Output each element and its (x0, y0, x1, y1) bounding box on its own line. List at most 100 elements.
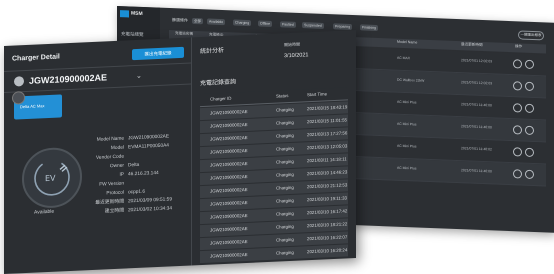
charger-id-cell: JGW210900002AE (210, 108, 248, 116)
edit-icon[interactable] (513, 59, 522, 69)
charger-id-cell: JGW210900002AE (210, 251, 248, 259)
charger-id-cell: JGW210900002AE (210, 160, 248, 168)
detail-label: 建立時間 (104, 208, 124, 215)
status-cell: Charging (276, 184, 294, 191)
export-report-button[interactable]: 一鍵匯出報表 (518, 30, 544, 41)
delete-icon[interactable] (525, 169, 534, 180)
ev-charger-icon: EV (22, 146, 82, 210)
charger-id-cell: JGW210900002AE (210, 121, 248, 129)
status-cell: Charging (276, 197, 294, 204)
status-cell: Charging (276, 106, 294, 113)
sidebar-item-overview[interactable]: 充電站總覽 (121, 31, 144, 37)
delete-icon[interactable] (525, 125, 534, 136)
avatar (12, 91, 25, 105)
brand-logo (120, 10, 129, 18)
detail-value: 2021/03/02 10:34:34 (128, 206, 173, 214)
detail-label: Owner (109, 163, 124, 170)
charger-status-dot (14, 76, 24, 87)
start-time-cell: 2021/03/10 16:20:24 (307, 247, 348, 255)
detail-value: Delta (128, 162, 140, 169)
start-time-cell: 2021/03/10 16:22:07 (307, 234, 348, 242)
delete-icon[interactable] (525, 81, 534, 92)
column-header[interactable]: 充電站名稱 (175, 31, 193, 36)
model-cell: AC MAX (397, 55, 410, 61)
delete-icon[interactable] (525, 103, 534, 114)
filter-label: 篩選條件 (172, 17, 188, 23)
edit-icon[interactable] (513, 81, 522, 91)
filter-charging[interactable]: Charging (233, 19, 252, 27)
status-cell: Charging (276, 119, 294, 126)
column-header[interactable]: Charger ID (210, 96, 231, 102)
edit-icon[interactable] (513, 147, 522, 157)
status-cell: Charging (276, 210, 294, 217)
time-cell: 2021/07/01 11:46:00 (461, 168, 492, 174)
model-cell: AC Mini Plus (397, 143, 417, 149)
column-header[interactable]: Status (276, 93, 288, 99)
history-title: 充電記錄查詢 (200, 79, 237, 88)
time-cell: 2021/07/01 11:46:00 (461, 124, 492, 130)
model-cell: AC Mini Plus (397, 165, 417, 171)
status-cell: Charging (276, 145, 294, 152)
time-cell: 2021/07/01 11:48:02 (461, 146, 492, 152)
chevron-down-icon[interactable]: ⌄ (136, 73, 142, 80)
time-cell: 2021/07/01 12:02:03 (461, 80, 493, 86)
stats-date-field[interactable]: 3/10/2021 (284, 52, 308, 60)
column-header[interactable]: Model Name (397, 40, 417, 45)
start-time-cell: 2021/03/11 14:18:11 (307, 156, 347, 164)
charger-id-cell: JGW210900002AE (210, 212, 248, 220)
charger-info-panel: Charger Detail 匯出充電紀錄 JGW210900002AE ⌄ D… (4, 37, 192, 274)
start-time-cell: 2021/03/10 14:46:23 (307, 169, 348, 177)
status-label: Available (34, 208, 55, 216)
detail-label: Vendor Code (95, 154, 124, 161)
start-time-cell: 2021/03/10 18:21:22 (307, 221, 348, 229)
export-records-button[interactable]: 匯出充電紀錄 (132, 46, 184, 61)
edit-icon[interactable] (513, 169, 522, 179)
detail-label: Protocol (106, 190, 124, 197)
ev-plug-icon: EV (34, 160, 70, 196)
start-time-cell: 2021/03/10 16:17:42 (307, 208, 348, 216)
model-cell: AC Mini Plus (397, 121, 417, 127)
filter-suspended[interactable]: Suspended (302, 22, 324, 29)
edit-icon[interactable] (513, 103, 522, 113)
charger-id-cell: JGW210900002AE (210, 134, 248, 142)
start-time-cell: 2021/03/10 21:12:53 (307, 182, 348, 190)
time-cell: 2021/07/01 12:02:03 (461, 58, 493, 64)
detail-label: 最近更新時間 (95, 199, 124, 206)
edit-icon[interactable] (513, 125, 522, 135)
status-cell: Charging (276, 236, 294, 243)
filter-preparing[interactable]: Preparing (333, 23, 353, 31)
start-time-cell: 2021/03/13 12:05:03 (307, 143, 348, 151)
model-cell: DC Wallbox 22kW (397, 77, 425, 83)
column-header[interactable]: Start Time (307, 91, 327, 97)
model-cell: AC Mini Plus (397, 99, 417, 105)
detail-label: FW Version (99, 181, 124, 188)
detail-value: EVMA11P00050A4 (128, 143, 169, 151)
stats-title: 統計分析 (200, 48, 225, 56)
stats-sub-label: 開始時間 (284, 41, 300, 48)
detail-value: 2021/03/09 09:51:59 (128, 197, 173, 205)
detail-value: 46.216.23.144 (128, 170, 159, 178)
delete-icon[interactable] (525, 59, 534, 70)
charger-thumbnail[interactable]: Delta AC Max (12, 91, 62, 120)
charger-id-cell: JGW210900002AE (210, 199, 248, 207)
charger-id-cell: JGW210900002AE (210, 186, 248, 194)
filter-faulted[interactable]: Faulted (280, 21, 296, 28)
detail-label: Model (110, 145, 124, 152)
column-header: 操作 (515, 44, 523, 49)
charger-id-cell: JGW210900002AE (210, 238, 248, 246)
status-cell: Charging (276, 171, 294, 178)
filter-available[interactable]: Available (207, 18, 226, 26)
column-header[interactable]: 最近更新時間 (461, 42, 483, 47)
charger-id-cell: JGW210900002AE (210, 225, 248, 233)
detail-label: IP (119, 172, 124, 178)
status-cell: Charging (276, 132, 294, 139)
filter-all[interactable]: 全部 (192, 17, 203, 25)
start-time-cell: 2021/03/15 11:01:55 (307, 117, 347, 125)
detail-value: ocpp1.6 (128, 189, 146, 196)
svg-text:EV: EV (45, 174, 56, 183)
filter-finishing[interactable]: Finishing (360, 24, 379, 32)
delete-icon[interactable] (525, 147, 534, 158)
detail-label: Model Name (96, 136, 124, 143)
divider (4, 62, 191, 72)
filter-offline[interactable]: Offline (258, 20, 273, 27)
